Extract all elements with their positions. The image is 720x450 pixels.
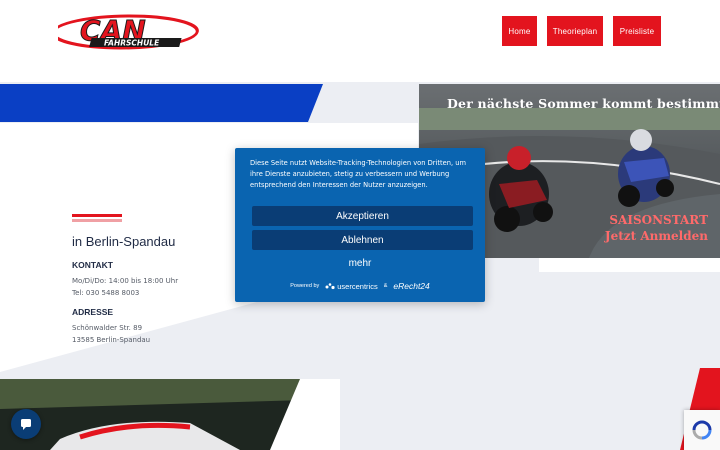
- opening-hours: Mo/Di/Do: 14:00 bis 18:00 Uhr: [72, 277, 179, 285]
- usercentrics-logo[interactable]: usercentrics: [325, 281, 378, 291]
- accept-button[interactable]: Akzeptieren: [252, 206, 473, 226]
- location-heading: in Berlin-Spandau: [72, 234, 176, 249]
- recaptcha-icon: [692, 420, 712, 440]
- bottom-image: [0, 379, 340, 450]
- erecht24-logo[interactable]: eRecht24: [393, 281, 429, 291]
- usercentrics-icon: [325, 283, 335, 290]
- nav-home[interactable]: Home: [502, 16, 537, 46]
- ampersand: &: [383, 283, 388, 289]
- cookie-consent-dialog: Diese Seite nutzt Website-Tracking-Techn…: [235, 148, 485, 302]
- promo-line-1: SAISONSTART: [609, 213, 708, 227]
- promo-text: SAISONSTART Jetzt Anmelden: [605, 212, 708, 244]
- cookie-text: Diese Seite nutzt Website-Tracking-Techn…: [250, 159, 466, 189]
- adresse-heading: ADRESSE: [72, 307, 114, 317]
- powered-by-row: Powered by usercentrics & eRecht24: [235, 281, 485, 291]
- recaptcha-badge[interactable]: [684, 410, 720, 450]
- more-link[interactable]: mehr: [235, 258, 485, 269]
- site-header: CAN FAHRSCHULE Home Theorieplan Preislis…: [0, 0, 720, 82]
- decline-button[interactable]: Ablehnen: [252, 230, 473, 250]
- hero-title: Der nächste Sommer kommt bestimmt!: [447, 96, 720, 111]
- logo[interactable]: CAN FAHRSCHULE: [58, 14, 208, 50]
- nav-theorieplan[interactable]: Theorieplan: [547, 16, 603, 46]
- phone-number[interactable]: Tel: 030 5488 8003: [72, 289, 139, 297]
- accent-line-bottom: [72, 219, 122, 222]
- powered-by-label: Powered by: [290, 283, 320, 289]
- main-nav: Home Theorieplan Preisliste: [502, 16, 661, 46]
- zip-city: 13585 Berlin-Spandau: [72, 336, 151, 344]
- street-address: Schönwalder Str. 89: [72, 324, 143, 332]
- promo-line-2: Jetzt Anmelden: [604, 229, 708, 243]
- logo-sub-text: FAHRSCHULE: [104, 39, 160, 48]
- kontakt-heading: KONTAKT: [72, 260, 113, 270]
- chat-button[interactable]: [11, 409, 41, 439]
- hero-underbar: [539, 258, 720, 272]
- chat-icon: [21, 419, 31, 430]
- accent-line-top: [72, 214, 122, 217]
- usercentrics-text: usercentrics: [337, 281, 378, 291]
- nav-preisliste[interactable]: Preisliste: [613, 16, 661, 46]
